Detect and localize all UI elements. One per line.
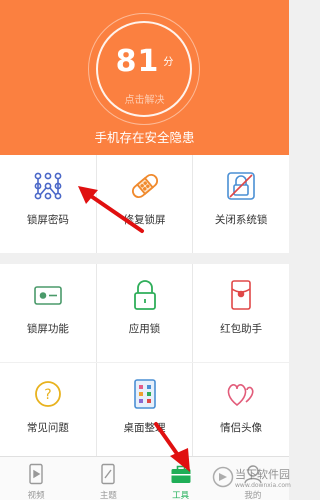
tool-red-packet[interactable]: 红包助手: [193, 264, 289, 362]
app-lock-icon: [133, 280, 156, 310]
watermark-text: 当下软件园: [235, 468, 290, 481]
tool-label: 修复锁屏: [123, 214, 166, 226]
tab-label: 主题: [99, 491, 117, 500]
disable-lock-icon: [227, 172, 255, 200]
security-score[interactable]: 81 分: [0, 44, 289, 79]
tab-label: 视频: [27, 491, 45, 500]
toolbox-icon: [171, 465, 191, 483]
tool-label: 常见问题: [26, 422, 69, 434]
theme-icon: [101, 463, 116, 485]
tab-label: 工具: [172, 491, 190, 500]
pattern-lock-icon: [34, 172, 62, 200]
couple-avatar-icon: [227, 384, 254, 407]
video-icon: [29, 463, 43, 485]
tool-label: 锁屏密码: [26, 214, 69, 226]
tool-label: 应用锁: [128, 323, 161, 335]
tool-lock-function[interactable]: 锁屏功能: [0, 264, 97, 362]
tool-lock-password[interactable]: 锁屏密码: [0, 155, 97, 253]
desktop-organize-icon: [133, 379, 156, 409]
tool-disable-system-lock[interactable]: 关闭系统锁: [193, 155, 289, 253]
lock-function-icon: [34, 286, 62, 305]
watermark: 当下软件园 www.downxia.com: [212, 464, 291, 494]
tool-fix-lockscreen[interactable]: 修复锁屏: [97, 155, 194, 253]
tools-row-2: 锁屏功能 应用锁 红包助手: [0, 264, 289, 362]
fix-hint[interactable]: 点击解决: [0, 91, 289, 106]
score-value: 81: [115, 44, 160, 79]
red-packet-icon: [231, 280, 251, 310]
tool-label: 关闭系统锁: [214, 214, 268, 226]
score-unit: 分: [163, 57, 174, 68]
svg-text:?: ?: [44, 387, 51, 403]
security-status-text: 手机存在安全隐患: [94, 130, 195, 145]
tool-app-lock[interactable]: 应用锁: [97, 264, 194, 362]
tool-couple-avatar[interactable]: 情侣头像: [193, 363, 289, 461]
tools-row-3: ? 常见问题 桌面整理 情侣头像: [0, 363, 289, 461]
tab-tools[interactable]: 工具: [145, 457, 217, 500]
tab-theme[interactable]: 主题: [72, 457, 144, 500]
security-header: 81 分 点击解决 手机存在安全隐患: [0, 0, 289, 155]
watermark-url: www.downxia.com: [235, 482, 291, 489]
question-icon: ?: [34, 381, 61, 407]
tab-video[interactable]: 视频: [0, 457, 72, 500]
tool-label: 情侣头像: [220, 422, 263, 434]
bandage-icon: [131, 173, 158, 199]
tool-label: 红包助手: [220, 323, 263, 335]
tool-label: 桌面整理: [123, 422, 166, 434]
tool-desktop-organize[interactable]: 桌面整理: [97, 363, 194, 461]
tool-faq[interactable]: ? 常见问题: [0, 363, 97, 461]
tools-row-1: 锁屏密码 修复锁屏 关闭系统锁: [0, 155, 289, 253]
tool-label: 锁屏功能: [26, 323, 69, 335]
watermark-logo-icon: [212, 466, 234, 488]
